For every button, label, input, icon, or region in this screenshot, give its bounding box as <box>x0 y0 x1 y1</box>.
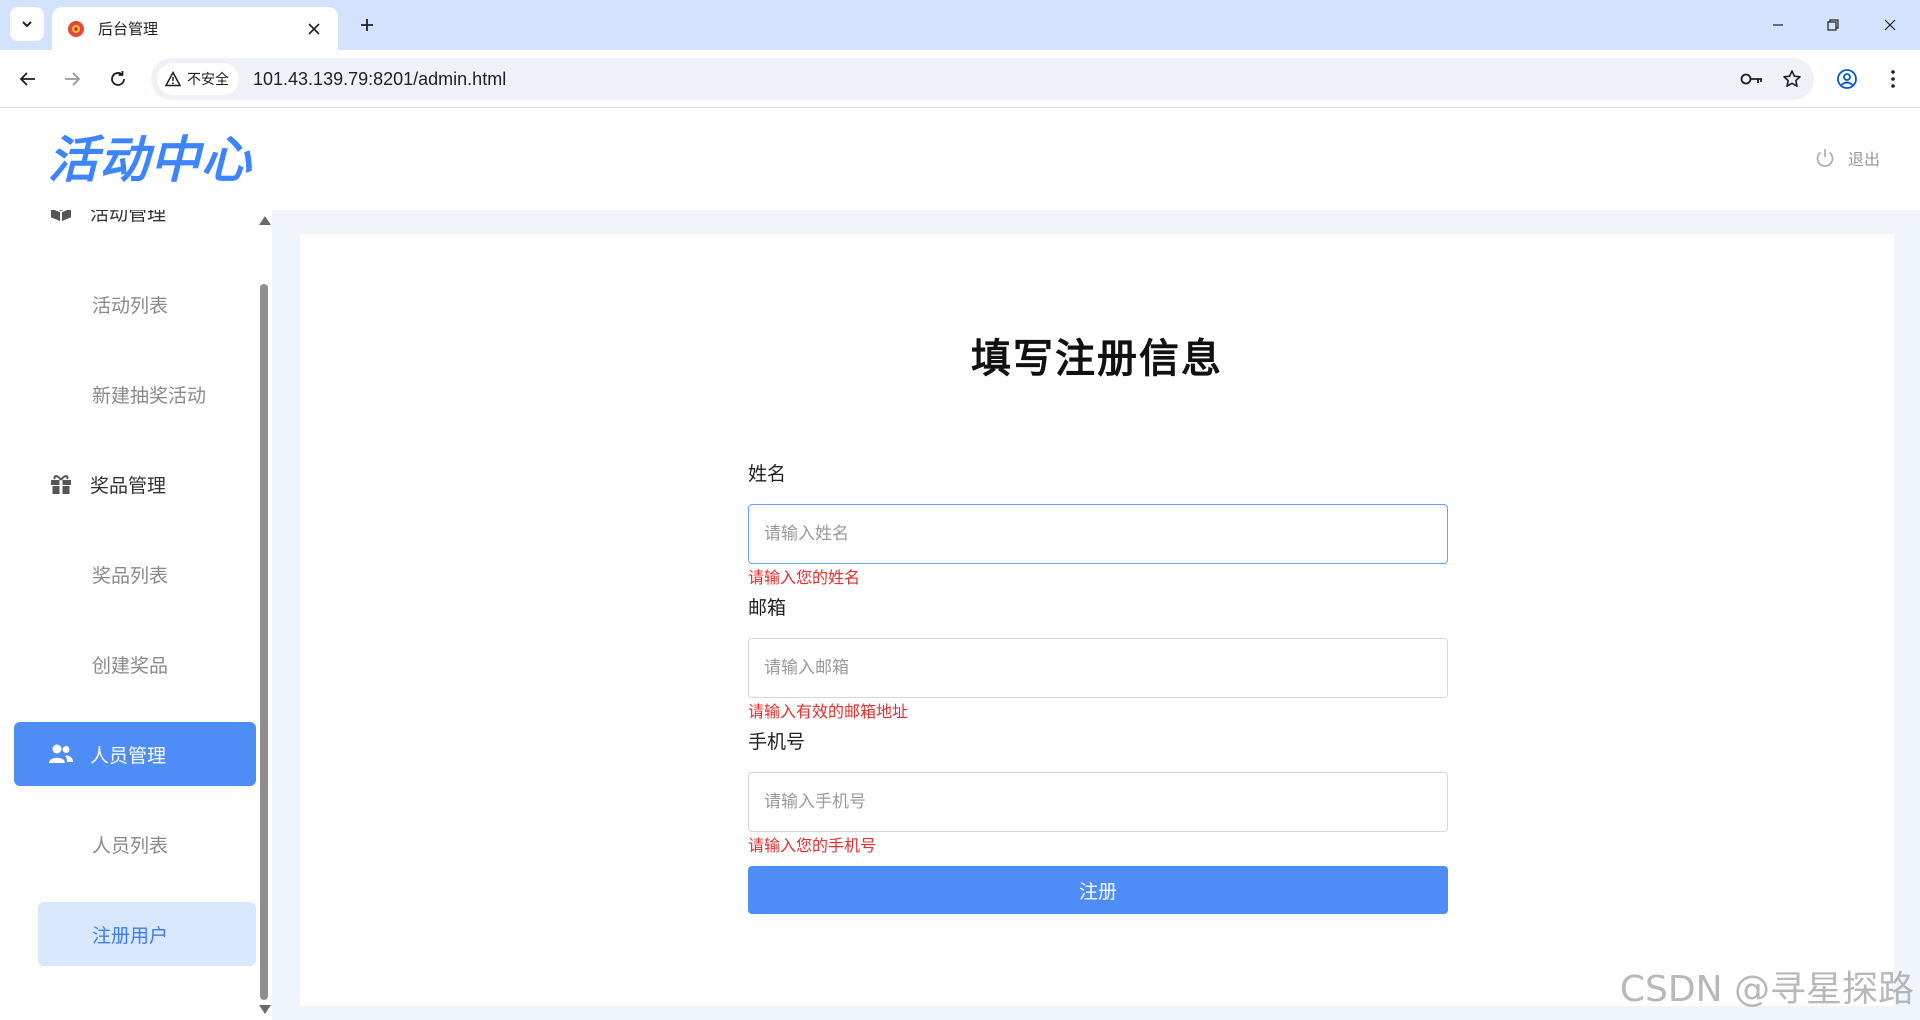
page-title: 填写注册信息 <box>971 336 1223 382</box>
more-vert-icon <box>1891 70 1895 88</box>
close-icon <box>1884 19 1896 31</box>
gift-icon <box>48 471 74 497</box>
logout-button[interactable]: 退出 <box>1814 146 1880 170</box>
browser-tab[interactable]: 后台管理 <box>52 7 338 50</box>
sidebar-scrollbar[interactable] <box>256 210 272 1020</box>
box-icon <box>48 210 74 225</box>
sidebar-menu: 活动管理 活动列表 新建抽奖活动 奖品管理 奖品列表 创建奖品 人员管理 人员列… <box>0 210 272 1020</box>
bookmark-button[interactable] <box>1774 63 1810 95</box>
forward-button[interactable] <box>56 63 88 95</box>
sidebar-item-label: 人员列表 <box>92 834 169 857</box>
email-error: 请输入有效的邮箱地址 <box>748 702 909 721</box>
power-icon <box>1816 149 1834 167</box>
main-content: 填写注册信息 姓名 请输入您的姓名 邮箱 请输入有效的邮箱地址 手机号 请输入您… <box>272 210 1920 1020</box>
tab-list-button[interactable] <box>10 7 44 41</box>
sidebar-item-prize-list[interactable]: 奖品列表 <box>38 542 256 606</box>
sidebar-group-label: 活动管理 <box>90 210 167 225</box>
email-input[interactable] <box>748 638 1448 698</box>
close-icon <box>308 22 320 35</box>
phone-label: 手机号 <box>748 731 806 753</box>
profile-icon <box>1837 69 1857 89</box>
logout-label: 退出 <box>1847 150 1880 169</box>
browser-toolbar: 不安全 101.43.139.79:8201/admin.html <box>0 50 1920 108</box>
sidebar-item-label: 注册用户 <box>92 924 169 947</box>
sidebar-item-register-user[interactable]: 注册用户 <box>38 902 256 966</box>
plus-icon <box>361 19 373 31</box>
logo: 活动中心 <box>48 131 252 189</box>
phone-input[interactable] <box>748 772 1448 832</box>
email-label: 邮箱 <box>748 597 787 619</box>
address-bar[interactable]: 不安全 101.43.139.79:8201/admin.html <box>151 58 1814 100</box>
security-chip[interactable]: 不安全 <box>157 63 239 95</box>
register-card: 填写注册信息 姓名 请输入您的姓名 邮箱 请输入有效的邮箱地址 手机号 请输入您… <box>300 234 1894 1006</box>
name-error: 请输入您的姓名 <box>748 568 861 587</box>
sidebar-group-prize[interactable]: 奖品管理 <box>14 452 256 516</box>
close-window-button[interactable] <box>1872 10 1908 40</box>
minimize-icon <box>1773 24 1783 26</box>
app-header: 活动中心 退出 <box>0 108 1920 210</box>
scroll-up-arrow[interactable] <box>259 216 271 225</box>
name-label: 姓名 <box>748 463 787 485</box>
sidebar-item-label: 活动列表 <box>92 294 169 317</box>
users-icon <box>48 741 74 767</box>
new-tab-button[interactable] <box>352 10 382 40</box>
star-icon <box>1783 70 1801 87</box>
reload-icon <box>111 71 125 86</box>
sidebar-item-people-list[interactable]: 人员列表 <box>38 812 256 876</box>
key-icon <box>1740 73 1762 85</box>
chevron-down-icon <box>22 21 32 28</box>
browser-tab-bar: 后台管理 <box>0 0 1920 50</box>
restore-icon <box>1827 19 1839 31</box>
favicon-icon <box>68 20 84 37</box>
sidebar-item-label: 新建抽奖活动 <box>92 384 207 407</box>
watermark: CSDN @寻星探路 <box>1619 969 1914 1010</box>
email-field-group: 邮箱 请输入有效的邮箱地址 <box>748 594 1448 724</box>
sidebar-item-label: 创建奖品 <box>92 654 169 677</box>
forward-arrow-icon <box>65 72 81 86</box>
restore-button[interactable] <box>1815 10 1851 40</box>
warning-icon <box>165 71 181 87</box>
phone-field-group: 手机号 请输入您的手机号 <box>748 728 1448 858</box>
tab-title: 后台管理 <box>98 20 159 38</box>
register-button[interactable]: 注册 <box>748 866 1448 914</box>
scrollbar-thumb[interactable] <box>260 284 268 1000</box>
back-arrow-icon <box>19 72 35 86</box>
sidebar-item-label: 奖品列表 <box>92 564 169 587</box>
sidebar-item-activity-list[interactable]: 活动列表 <box>38 272 256 336</box>
sidebar-group-label: 奖品管理 <box>90 474 167 497</box>
browser-menu-button[interactable] <box>1877 63 1909 95</box>
sidebar-group-people[interactable]: 人员管理 <box>14 722 256 786</box>
password-button[interactable] <box>1734 63 1770 95</box>
name-input[interactable] <box>748 504 1448 564</box>
sidebar-group-label: 人员管理 <box>90 744 167 767</box>
sidebar-item-create-prize[interactable]: 创建奖品 <box>38 632 256 696</box>
name-field-group: 姓名 请输入您的姓名 <box>748 460 1448 590</box>
tab-close-button[interactable] <box>304 19 324 39</box>
profile-button[interactable] <box>1831 63 1863 95</box>
sidebar-item-new-lottery[interactable]: 新建抽奖活动 <box>38 362 256 426</box>
sidebar-group-activity[interactable]: 活动管理 <box>14 210 256 244</box>
phone-error: 请输入您的手机号 <box>748 836 877 855</box>
scroll-down-arrow[interactable] <box>259 1005 271 1014</box>
back-button[interactable] <box>12 63 44 95</box>
security-label: 不安全 <box>187 72 229 88</box>
minimize-button[interactable] <box>1760 10 1796 40</box>
url-text[interactable]: 101.43.139.79:8201/admin.html <box>253 69 1734 90</box>
register-form: 姓名 请输入您的姓名 邮箱 请输入有效的邮箱地址 手机号 请输入您的手机号 注册 <box>748 460 1448 914</box>
reload-button[interactable] <box>102 63 134 95</box>
